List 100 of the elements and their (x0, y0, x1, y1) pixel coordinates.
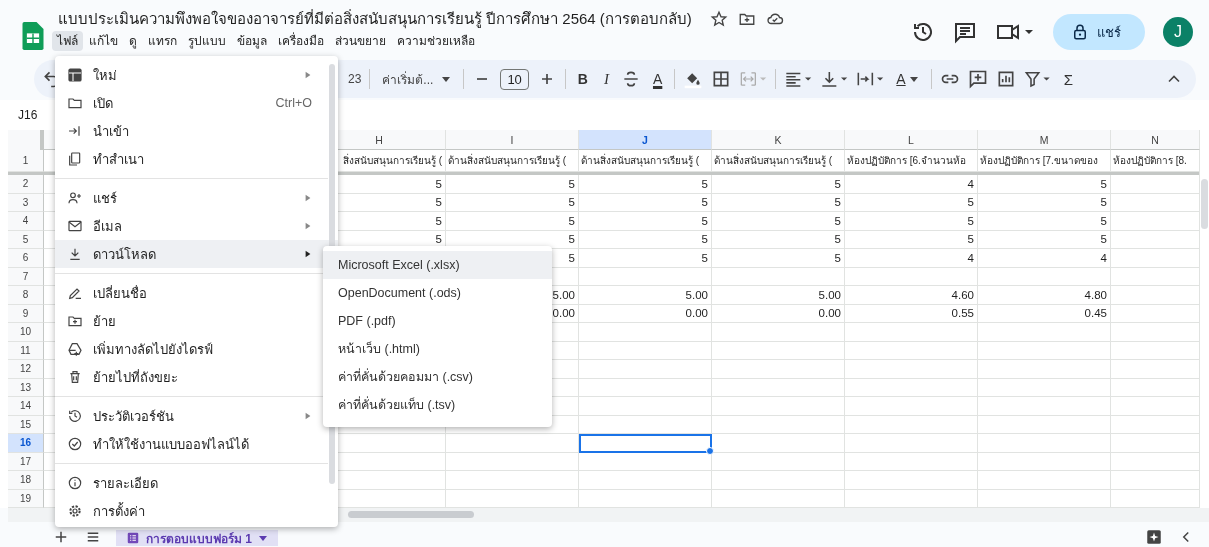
row-header[interactable]: 1 (8, 150, 44, 172)
column-header[interactable]: K (712, 130, 845, 150)
row-header[interactable]: 12 (8, 360, 44, 379)
menu-item[interactable]: ทำให้ใช้งานแบบออฟไลน์ได้ (55, 430, 338, 458)
table-cell: 5 (446, 212, 579, 231)
row-header[interactable]: 16 (8, 434, 44, 453)
menu-item[interactable]: ไฟล์ (52, 31, 83, 51)
table-cell: 5 (579, 193, 712, 212)
menu-item[interactable]: แก้ไข (84, 31, 123, 51)
table-cell: 5 (978, 175, 1111, 194)
menu-item-label: ประวัติเวอร์ชัน (93, 407, 174, 426)
menu-item[interactable]: การตั้งค่า (55, 497, 338, 525)
menu-item[interactable]: ค่าที่คั่นด้วยแท็บ (.tsv) (323, 391, 552, 419)
column-header[interactable]: N (1111, 130, 1200, 150)
folder-move-icon (67, 313, 83, 329)
vertical-align-icon[interactable] (820, 69, 849, 89)
table-cell: 5.00 (712, 286, 845, 305)
row-header[interactable]: 6 (8, 249, 44, 268)
offline-check-icon (67, 436, 83, 452)
text-color-button[interactable]: A (648, 71, 667, 87)
column-header[interactable]: I (446, 130, 579, 150)
menu-item-label: ทำให้ใช้งานแบบออฟไลน์ได้ (93, 435, 249, 454)
table-cell: 5 (978, 212, 1111, 231)
add-person-icon (67, 190, 83, 206)
scrollbar-thumb[interactable] (348, 511, 474, 518)
number-format-button[interactable]: 23 (348, 72, 362, 86)
menu-item[interactable]: ใหม่ (55, 61, 338, 89)
gear-icon (67, 503, 83, 519)
bold-button[interactable]: B (573, 71, 592, 87)
row-header[interactable]: 4 (8, 212, 44, 231)
text-rotation-button[interactable]: A (892, 71, 923, 87)
column-header[interactable]: J (579, 130, 712, 150)
comment-icon[interactable] (953, 20, 977, 44)
comment-add-icon[interactable] (967, 69, 988, 89)
table-cell: 5 (579, 249, 712, 268)
table-cell: 4 (845, 249, 978, 268)
lock-icon (1071, 23, 1089, 41)
table-cell: 5 (712, 175, 845, 194)
merge-cells-icon (739, 69, 768, 89)
menu-item[interactable]: หน้าเว็บ (.html) (323, 335, 552, 363)
menu-item-label: เปลี่ยนชื่อ (93, 284, 147, 303)
table-cell: 5 (446, 175, 579, 194)
menu-item[interactable]: ค่าที่คั่นด้วยคอมมา (.csv) (323, 363, 552, 391)
menu-item[interactable]: ดู (124, 31, 142, 51)
fill-handle[interactable] (706, 446, 714, 455)
history-icon[interactable] (911, 20, 935, 44)
menu-item-label: ย้ายไปที่ถังขยะ (93, 368, 178, 387)
trash-icon (67, 369, 83, 385)
spreadsheet-logo-icon[interactable] (22, 22, 44, 50)
menu-item[interactable]: Microsoft Excel (.xlsx) (323, 251, 552, 279)
menu-item[interactable]: รูปแบบ (183, 31, 231, 51)
table-cell: ด้านสิ่งสนับสนุนการเรียนรู้ ( (712, 150, 845, 172)
row-header[interactable]: 8 (8, 286, 44, 305)
avatar[interactable]: J (1163, 17, 1193, 47)
italic-button[interactable]: I (599, 70, 613, 88)
table-cell: 5 (978, 230, 1111, 249)
row-header[interactable]: 18 (8, 471, 44, 490)
menu-item[interactable]: เปิด Ctrl+O (55, 89, 338, 117)
table-cell: 5 (845, 212, 978, 231)
import-arrow-icon (67, 123, 83, 139)
caret-icon (441, 74, 452, 84)
menu-item-label: แชร์ (93, 189, 117, 208)
menu-item[interactable]: ส่วนขยาย (330, 31, 391, 51)
menu-item-label: การตั้งค่า (93, 501, 145, 521)
table-cell: 5 (712, 230, 845, 249)
column-header[interactable]: L (845, 130, 978, 150)
menu-item-label: อีเมล (93, 217, 122, 236)
download-icon (67, 246, 83, 262)
menu-item[interactable]: ข้อมูล (232, 31, 272, 51)
font-select[interactable]: ค่าเริ่มต้... (378, 69, 456, 89)
menu-item[interactable]: รายละเอียด (55, 469, 338, 497)
document-title[interactable]: แบบประเมินความพึงพอใจของอาจารย์ที่มีต่อสิ่งสนับสนุนการเรียนรู้ ปีการศึกษา 2564 (การตอบกลับ) (58, 9, 692, 29)
borders-icon[interactable] (711, 69, 732, 89)
column-header[interactable]: M (978, 130, 1111, 150)
filter-icon[interactable] (1023, 69, 1052, 89)
row-header[interactable]: 2 (8, 175, 44, 194)
menu-item[interactable]: ดาวน์โหลด (55, 240, 338, 268)
scrollbar-thumb[interactable] (1201, 179, 1208, 229)
menu-item-label: รายละเอียด (93, 474, 158, 493)
functions-button[interactable]: Σ (1059, 70, 1077, 88)
share-button[interactable]: แชร์ (1053, 14, 1145, 50)
row-header[interactable]: 14 (8, 397, 44, 416)
explore-icon[interactable] (1145, 528, 1163, 546)
caret-icon (908, 74, 919, 84)
name-box[interactable]: J16 (18, 108, 38, 122)
sheet-tab[interactable]: การตอบแบบฟอร์ม 1 (116, 530, 278, 546)
table-cell: 0.00 (579, 304, 712, 323)
table-cell: 5 (579, 230, 712, 249)
menu-item-label: ทำสำเนา (93, 150, 144, 169)
shortcut-label: Ctrl+O (275, 96, 312, 110)
table-cell: 5 (845, 193, 978, 212)
drive-shortcut-icon (67, 341, 83, 357)
selected-cell[interactable] (579, 434, 712, 453)
font-size-field[interactable]: 10 (500, 68, 529, 90)
table-cell: 5 (712, 193, 845, 212)
star-icon[interactable] (709, 10, 728, 28)
menu-item[interactable]: ความช่วยเหลือ (392, 31, 480, 51)
row-header[interactable]: 10 (8, 323, 44, 342)
menu-item[interactable]: แทรก (143, 31, 182, 51)
menu-item[interactable]: เครื่องมือ (273, 31, 329, 51)
